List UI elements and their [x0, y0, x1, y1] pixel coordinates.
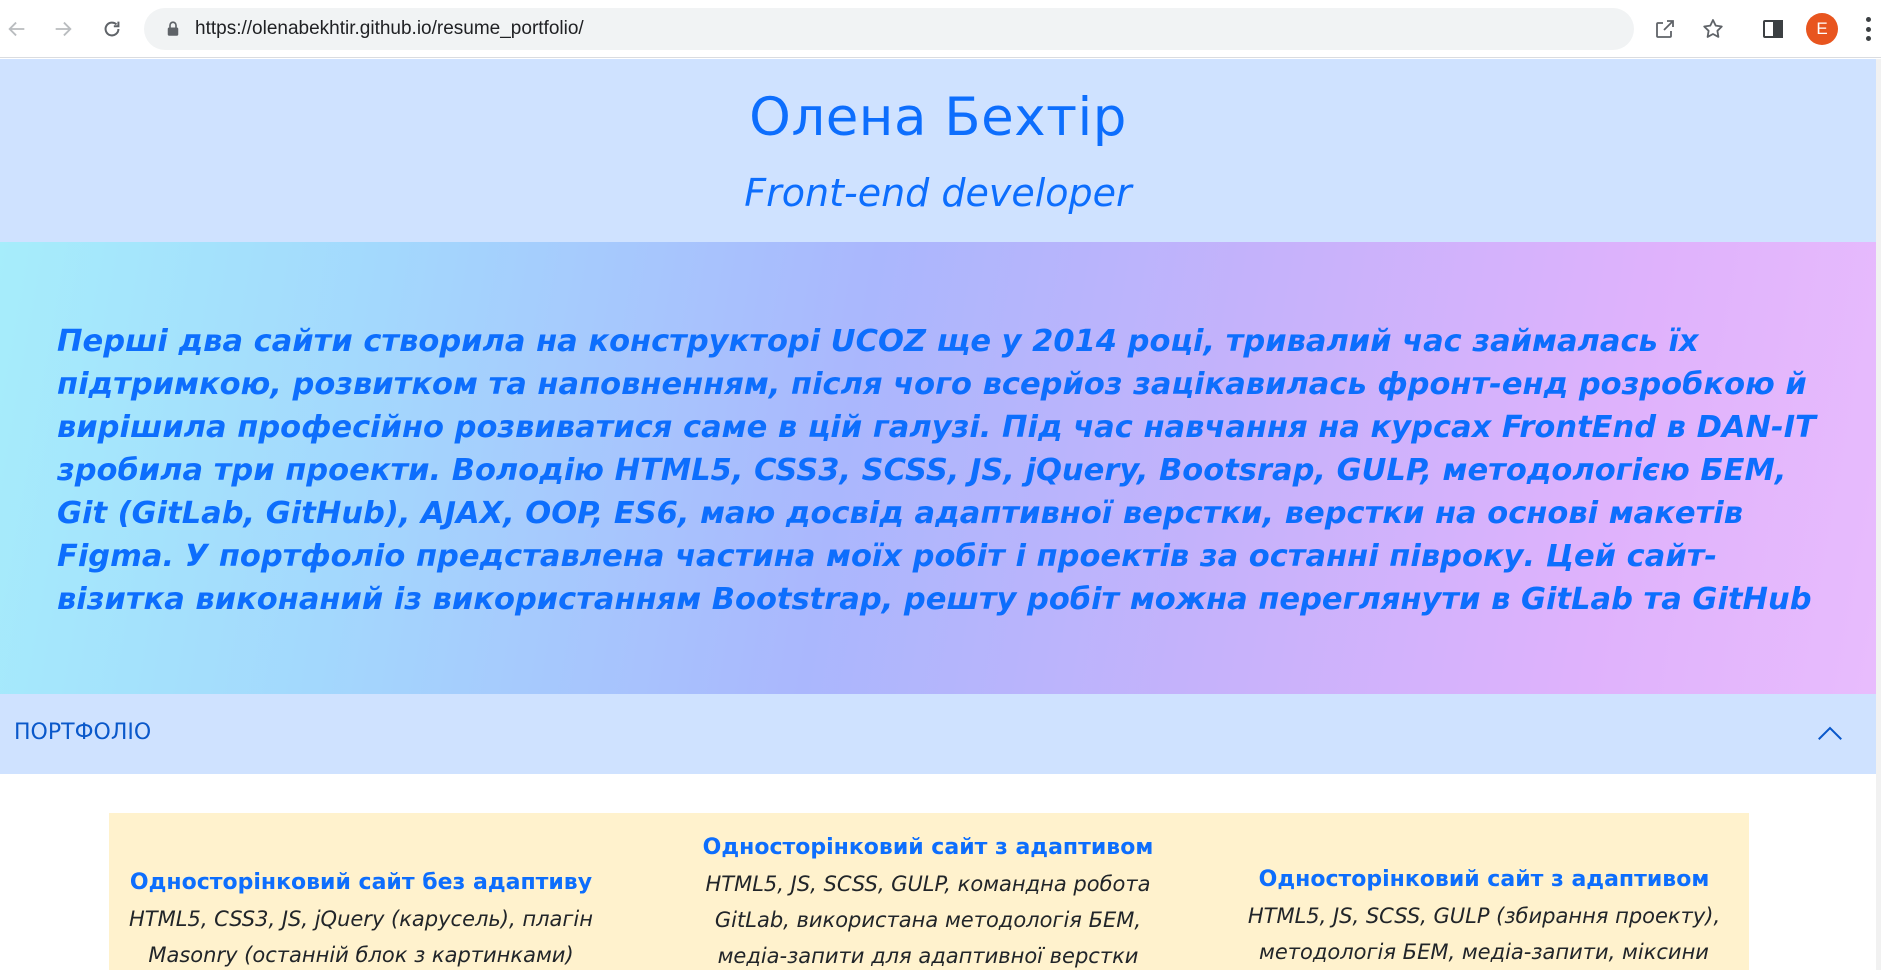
portfolio-card-desc-line: HTML5, JS, SCSS, GULP, командна робота — [705, 872, 1151, 896]
star-icon[interactable] — [1700, 16, 1726, 42]
forward-button[interactable] — [43, 9, 83, 49]
portfolio-card-desc-line: GitLab, використана методологія БЕМ, — [714, 908, 1142, 932]
page-scrollbar[interactable] — [1876, 59, 1881, 970]
reload-button[interactable] — [92, 9, 132, 49]
page-content: Олена Бехтір Front-end developer Перші д… — [0, 59, 1876, 970]
portfolio-card-title[interactable]: Односторінковий сайт без адаптиву — [126, 865, 596, 901]
portfolio-card-desc-line: HTML5, JS, SCSS, GULP (збирання проекту)… — [1247, 904, 1721, 928]
side-panel-icon[interactable] — [1760, 16, 1786, 42]
hero-header: Олена Бехтір Front-end developer — [0, 59, 1876, 242]
portfolio-card-desc-line: методологія БЕМ, медіа-запити, міксини — [1259, 940, 1709, 964]
portfolio-card: Односторінковий сайт без адаптиву HTML5,… — [126, 865, 596, 970]
menu-icon[interactable] — [1861, 14, 1875, 44]
forward-icon — [55, 21, 72, 37]
portfolio-card-title[interactable]: Односторінковий сайт з адаптивом — [693, 830, 1163, 866]
portfolio-panel: Односторінковий сайт без адаптиву HTML5,… — [109, 813, 1749, 970]
chevron-up-icon — [1818, 726, 1842, 740]
portfolio-card: Односторінковий сайт з адаптивом HTML5, … — [1239, 862, 1729, 970]
lock-icon — [164, 20, 182, 38]
portfolio-label: ПОРТФОЛІО — [14, 720, 152, 745]
reload-icon — [104, 21, 120, 37]
back-button[interactable] — [0, 9, 37, 49]
url-text[interactable]: https://olenabekhtir.github.io/resume_po… — [195, 18, 584, 40]
portfolio-card-desc-line: HTML5, CSS3, JS, jQuery (карусель), плаг… — [129, 907, 593, 931]
browser-toolbar: https://olenabekhtir.github.io/resume_po… — [0, 0, 1881, 58]
portfolio-card: Односторінковий сайт з адаптивом HTML5, … — [693, 830, 1163, 970]
about-section: Перші два сайти створила на конструкторі… — [0, 242, 1876, 694]
about-text: Перші два сайти створила на конструкторі… — [57, 324, 1816, 617]
portfolio-card-title[interactable]: Односторінковий сайт з адаптивом — [1239, 862, 1729, 898]
portfolio-accordion-button[interactable]: ПОРТФОЛІО — [0, 694, 1876, 774]
job-title: Front-end developer — [744, 171, 1132, 215]
portfolio-card-desc-line: медіа-запити для адаптивної верстки — [717, 944, 1139, 968]
portfolio-card-desc-line: Masonry (останній блок з картинками) — [148, 943, 574, 967]
address-bar[interactable]: https://olenabekhtir.github.io/resume_po… — [144, 8, 1723, 50]
profile-avatar[interactable]: E — [1806, 13, 1838, 45]
share-icon[interactable] — [1652, 16, 1678, 42]
person-name: Олена Бехтір — [749, 87, 1127, 148]
back-icon — [8, 21, 25, 37]
